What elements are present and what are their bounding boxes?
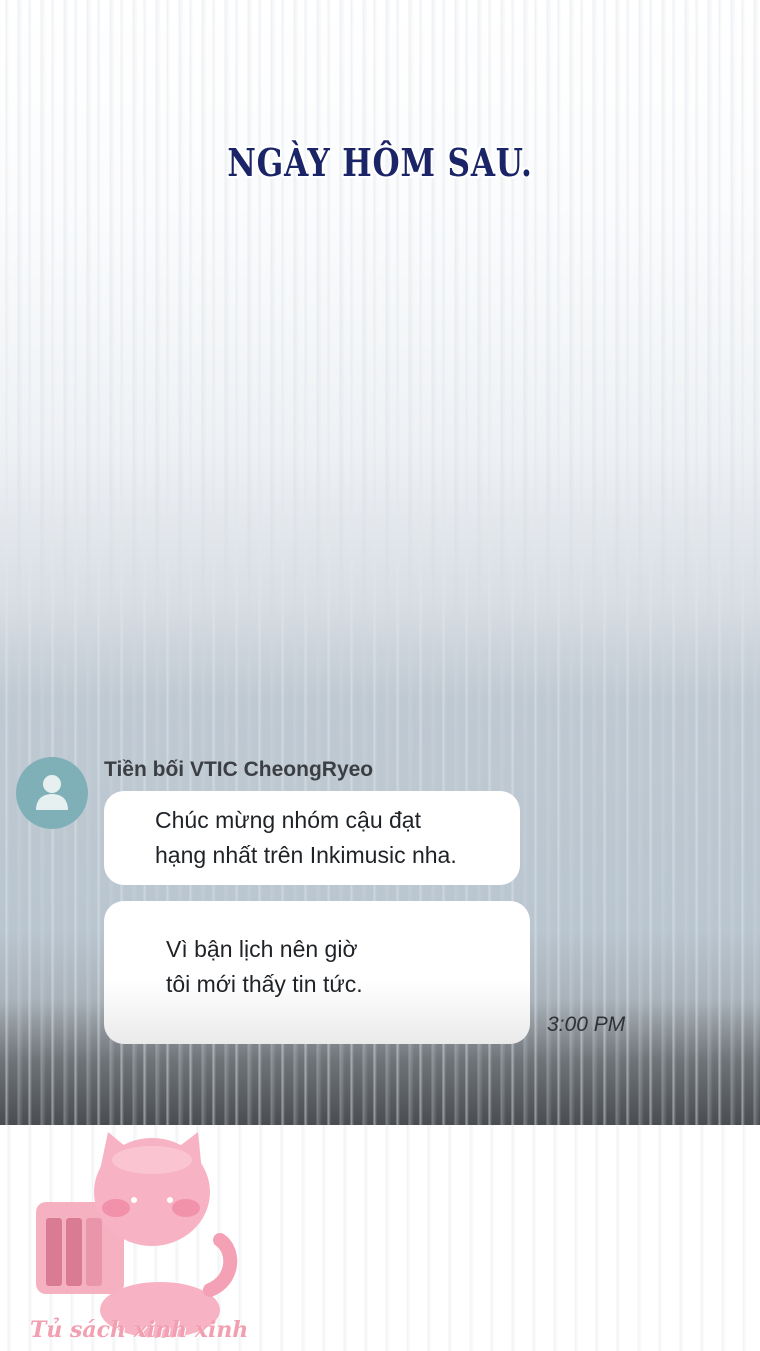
watermark-text: Tủ sách xinh xinh	[30, 1317, 249, 1343]
avatar[interactable]	[16, 757, 88, 829]
message-line: Vì bận lịch nên giờ	[166, 936, 358, 962]
message-text: Vì bận lịch nên giờ tôi mới thấy tin tức…	[166, 932, 363, 1002]
sender-name: Tiền bối VTIC CheongRyeo	[104, 758, 374, 781]
pink-cat-books-logo-icon	[36, 1132, 238, 1338]
message-bubble[interactable]: Vì bận lịch nên giờ tôi mới thấy tin tức…	[104, 901, 530, 1044]
message-line: tôi mới thấy tin tức.	[166, 971, 363, 997]
message-timestamp: 3:00 PM	[547, 1013, 626, 1036]
message-text: Chúc mừng nhóm cậu đạt hạng nhất trên In…	[155, 803, 457, 873]
user-icon	[36, 775, 68, 810]
scene-caption: NGÀY HÔM SAU.	[227, 140, 533, 185]
message-bubble[interactable]: Chúc mừng nhóm cậu đạt hạng nhất trên In…	[104, 791, 520, 885]
message-line: hạng nhất trên Inkimusic nha.	[155, 842, 457, 868]
message-line: Chúc mừng nhóm cậu đạt	[155, 807, 421, 833]
